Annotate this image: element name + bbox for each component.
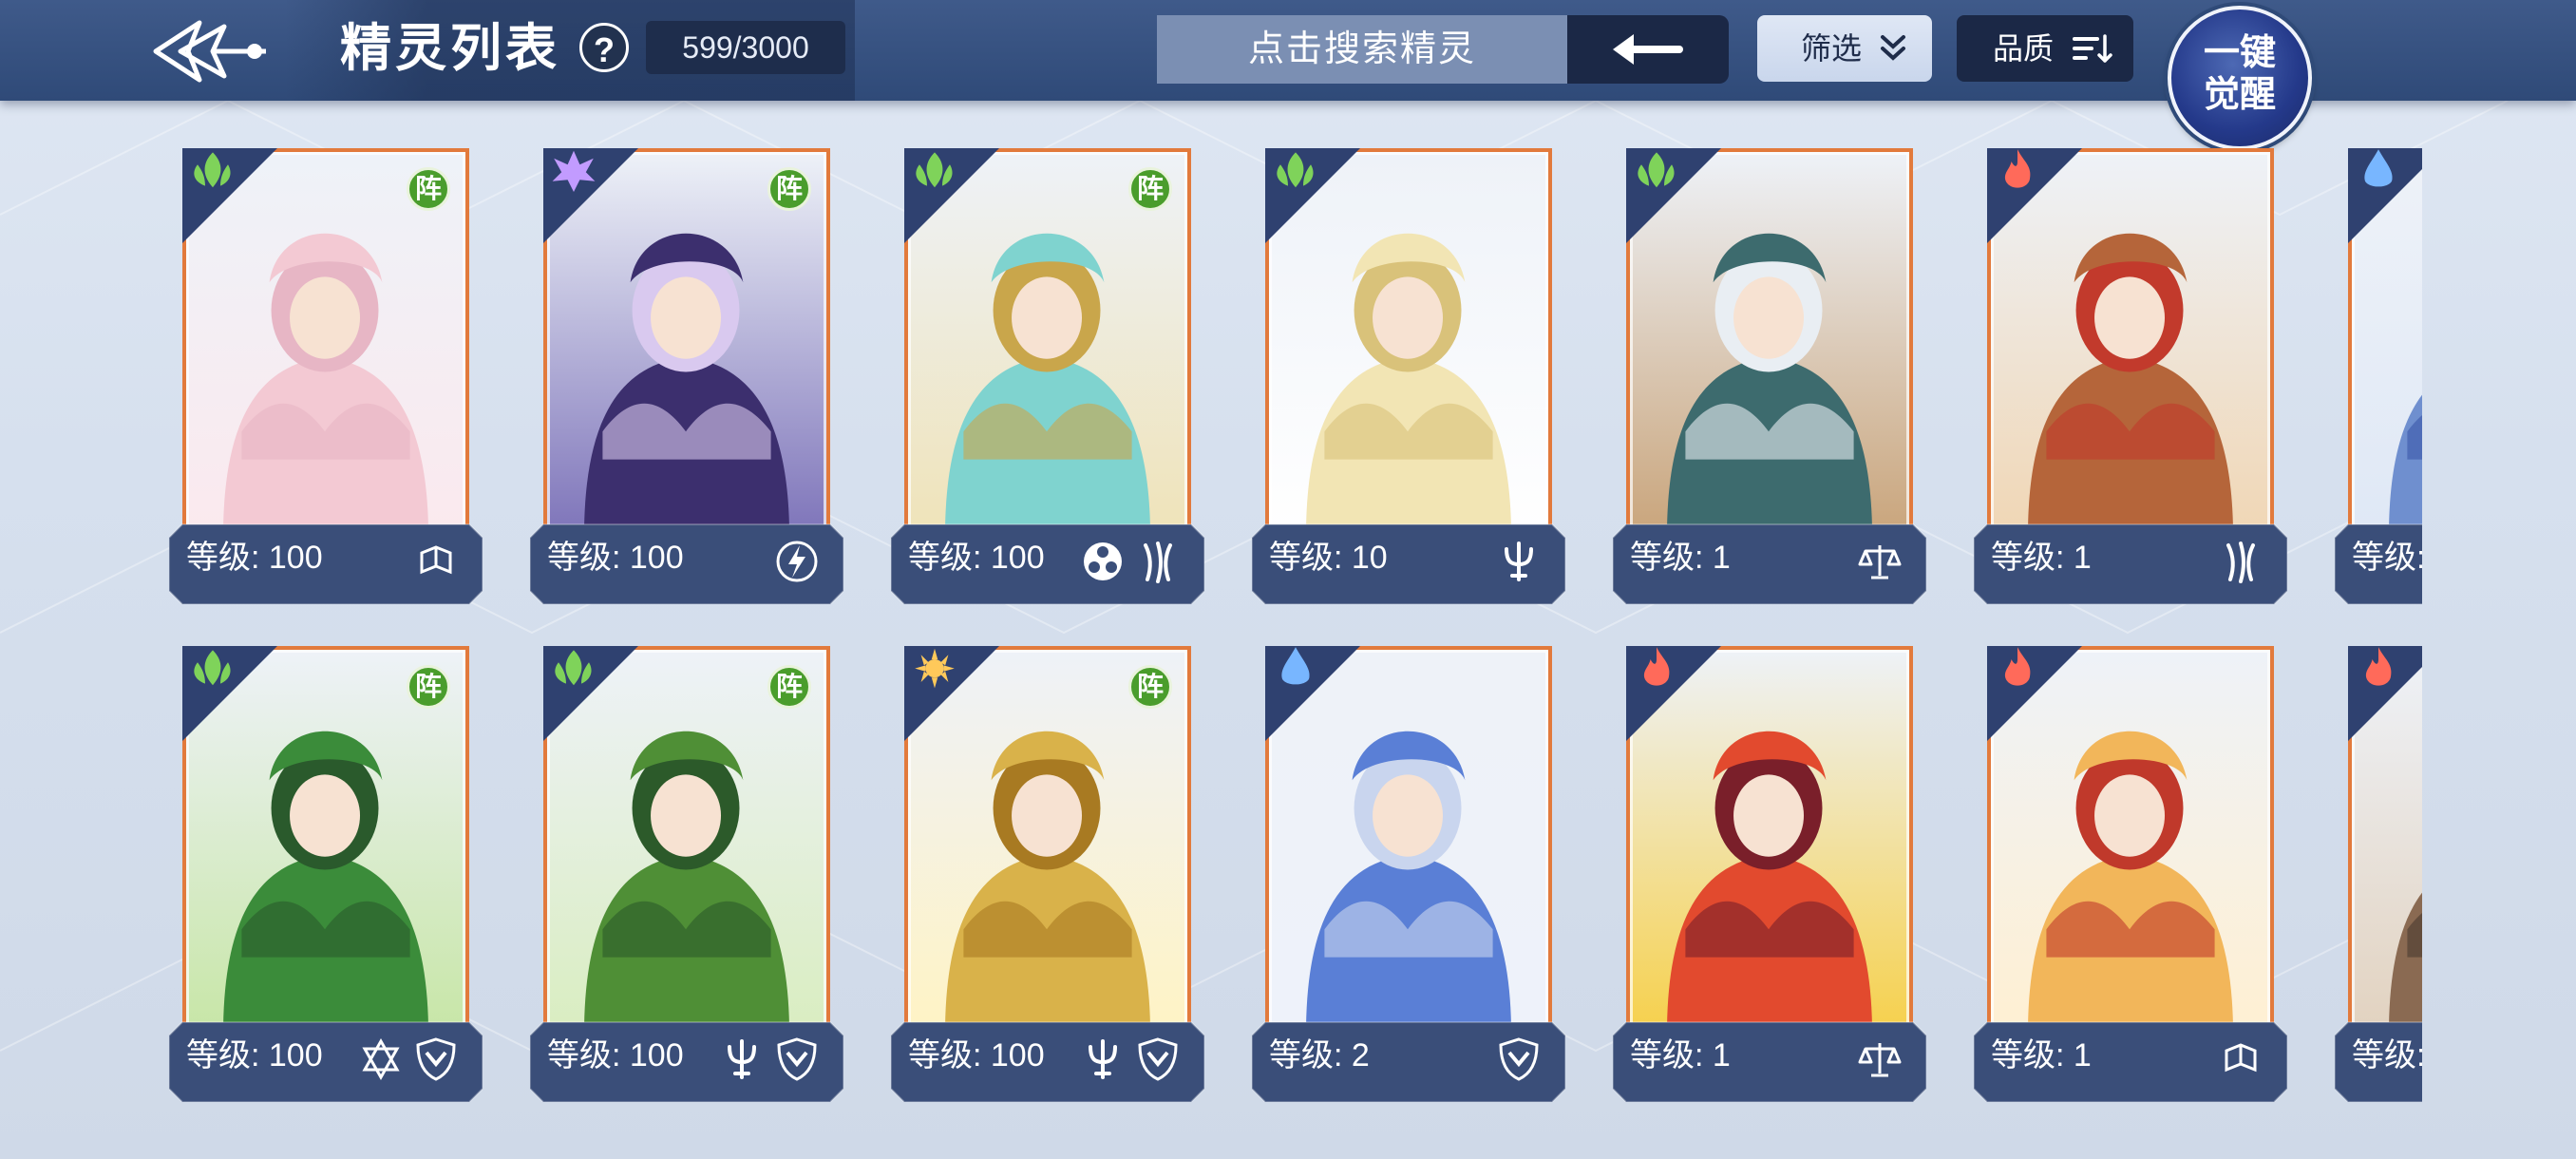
grass-element-icon <box>1265 148 1360 243</box>
sprite-card[interactable]: 等级: 1 <box>2335 148 2422 604</box>
sprite-card[interactable]: 阵等级: 100 <box>169 646 483 1102</box>
sprite-card[interactable]: 等级: 1 <box>1613 646 1926 1102</box>
shield-icon <box>1138 1037 1178 1081</box>
level-label: 等级: 100 <box>908 1037 1045 1074</box>
quality-sort-button[interactable]: 品质 <box>1957 15 2133 82</box>
sprite-card[interactable]: 等级: 1 <box>1974 646 2287 1102</box>
fire-element-icon <box>1987 148 2082 243</box>
fire-element-icon <box>2348 646 2422 741</box>
search-submit-button[interactable] <box>1567 15 1729 84</box>
scale-icon <box>1858 1043 1902 1077</box>
light-element-icon <box>904 646 999 741</box>
claw-icon <box>2226 542 2255 583</box>
water-element-icon <box>1265 646 1360 741</box>
formation-badge: 阵 <box>1128 167 1172 211</box>
sprite-card[interactable]: 阵等级: 100 <box>891 148 1204 604</box>
dark-element-icon <box>543 148 638 243</box>
trident-icon <box>1505 542 1533 581</box>
awaken-label-2: 觉醒 <box>2203 75 2276 115</box>
level-label: 等级: 100 <box>186 1037 323 1074</box>
scale-icon <box>1858 545 1902 580</box>
filter-button[interactable]: 筛选 <box>1757 15 1932 82</box>
level-label: 等级: 1 <box>1630 1037 1731 1074</box>
sprite-card[interactable]: 等级: 1 <box>1974 148 2287 604</box>
level-label: 等级: 1 <box>2352 1037 2422 1074</box>
grass-element-icon <box>182 646 277 741</box>
sprite-card[interactable]: 等级: 10 <box>1252 148 1565 604</box>
level-label: 等级: 1 <box>2352 540 2422 576</box>
top-bar: 精灵列表 ? 599/3000 点击搜索精灵 筛选 品质 一键 觉醒 <box>0 0 2576 150</box>
shield-icon <box>416 1037 456 1081</box>
trident-icon <box>728 1039 756 1079</box>
grass-element-icon <box>543 646 638 741</box>
sprite-card[interactable]: 阵等级: 100 <box>530 148 843 604</box>
formation-badge: 阵 <box>767 665 811 709</box>
triskelion-icon <box>1084 542 1122 580</box>
level-label: 等级: 2 <box>1269 1037 1370 1074</box>
back-arrow-icon[interactable] <box>142 13 275 89</box>
arrow-left-icon <box>1613 34 1683 65</box>
level-label: 等级: 100 <box>547 1037 684 1074</box>
sort-icon <box>2073 34 2112 63</box>
fire-element-icon <box>1626 646 1721 741</box>
water-element-icon <box>2348 148 2422 243</box>
lightning-icon <box>776 541 818 582</box>
sprite-card[interactable]: 等级: 2 <box>1252 646 1565 1102</box>
help-button[interactable]: ? <box>579 23 629 72</box>
quality-label: 品质 <box>1993 31 2055 66</box>
fire-element-icon <box>1987 646 2082 741</box>
filter-label: 筛选 <box>1801 31 1863 66</box>
chevron-down-icon <box>1881 35 1905 61</box>
shield-icon <box>777 1037 817 1081</box>
hexagram-icon <box>362 1037 400 1081</box>
sprite-count: 599/3000 <box>646 21 845 74</box>
grass-element-icon <box>182 148 277 243</box>
sprite-card[interactable]: 阵等级: 100 <box>891 646 1204 1102</box>
formation-badge: 阵 <box>407 167 450 211</box>
formation-badge: 阵 <box>767 167 811 211</box>
book-icon <box>420 545 452 575</box>
formation-badge: 阵 <box>407 665 450 709</box>
awaken-label-1: 一键 <box>2203 33 2276 73</box>
sprite-card[interactable]: 阵等级: 100 <box>169 148 483 604</box>
claw-icon <box>1144 542 1172 583</box>
level-label: 等级: 100 <box>547 540 684 576</box>
book-icon <box>2225 1043 2257 1073</box>
level-label: 等级: 10 <box>1269 540 1388 576</box>
shield-icon <box>1499 1037 1539 1081</box>
trident-icon <box>1089 1039 1117 1079</box>
level-label: 等级: 1 <box>1991 1037 2092 1074</box>
formation-badge: 阵 <box>1128 665 1172 709</box>
level-label: 等级: 1 <box>1630 540 1731 576</box>
sprite-card[interactable]: 等级: 1 <box>1613 148 1926 604</box>
grass-element-icon <box>904 148 999 243</box>
level-label: 等级: 1 <box>1991 540 2092 576</box>
level-label: 等级: 100 <box>908 540 1045 576</box>
sprite-card[interactable]: 阵等级: 100 <box>530 646 843 1102</box>
one-click-awaken-button[interactable]: 一键 觉醒 <box>2168 6 2312 150</box>
level-label: 等级: 100 <box>186 540 323 576</box>
page-title: 精灵列表 <box>340 20 560 77</box>
sprite-card[interactable]: 等级: 1 <box>2335 646 2422 1102</box>
grass-element-icon <box>1626 148 1721 243</box>
search-input[interactable]: 点击搜索精灵 <box>1157 15 1567 84</box>
